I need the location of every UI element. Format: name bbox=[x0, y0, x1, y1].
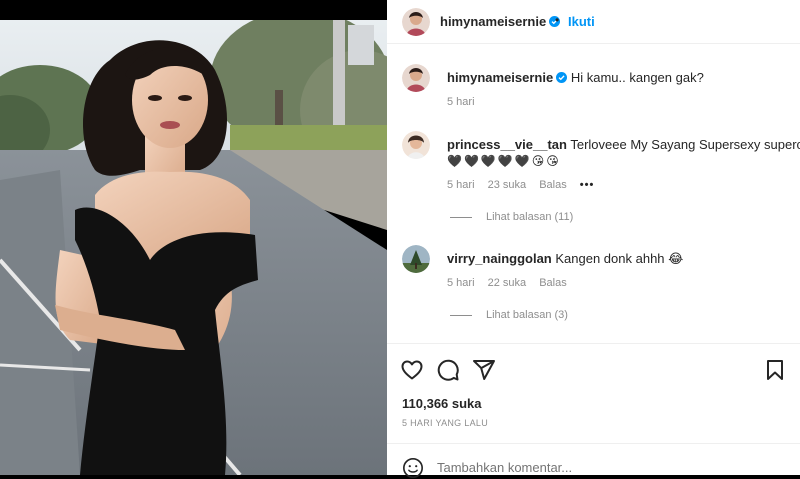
caption-time[interactable]: 5 hari bbox=[447, 96, 475, 108]
view-replies-button[interactable]: Lihat balasan (11) bbox=[450, 211, 573, 223]
post-side-panel: himynameisernie • Ikuti himynameisernie … bbox=[387, 0, 800, 478]
bookmark-icon[interactable] bbox=[763, 358, 787, 382]
comment-time[interactable]: 5 hari bbox=[447, 179, 475, 191]
photo-frame bbox=[0, 20, 387, 475]
comment-text: Kangen donk ahhh 😂 bbox=[555, 251, 684, 266]
caption-text: Hi kamu.. kangen gak? bbox=[570, 70, 704, 85]
emoji-icon[interactable] bbox=[402, 457, 424, 479]
view-replies-button[interactable]: Lihat balasan (3) bbox=[450, 309, 568, 321]
verified-badge-icon bbox=[556, 72, 568, 83]
emoji: 🖤 bbox=[497, 154, 513, 168]
share-icon[interactable] bbox=[472, 358, 496, 382]
follow-button[interactable]: Ikuti bbox=[568, 14, 595, 29]
post-photo[interactable] bbox=[0, 0, 387, 475]
post-image bbox=[0, 20, 387, 475]
divider bbox=[450, 314, 472, 316]
emoji: 😘 bbox=[531, 154, 545, 168]
comment-likes[interactable]: 23 suka bbox=[488, 179, 527, 191]
comment-time[interactable]: 5 hari bbox=[447, 277, 475, 289]
emoji: 🖤 bbox=[463, 154, 479, 168]
caption-meta: 5 hari bbox=[447, 96, 485, 108]
comment-avatar[interactable] bbox=[402, 245, 430, 273]
comment-icon[interactable] bbox=[436, 358, 460, 382]
action-bar bbox=[387, 343, 800, 393]
caption-username[interactable]: himynameisernie bbox=[447, 70, 568, 85]
emoji: 😘 bbox=[546, 154, 559, 168]
view-replies-label: Lihat balasan (11) bbox=[486, 211, 574, 223]
comment-username[interactable]: princess__vie__tan bbox=[447, 137, 567, 152]
comment-text: Terloveee My Sayang Supersexy supercanti… bbox=[570, 137, 800, 152]
author-avatar[interactable] bbox=[402, 8, 430, 36]
more-options-icon[interactable]: ••• bbox=[580, 179, 595, 191]
author-username[interactable]: himynameisernie bbox=[440, 14, 561, 29]
comment-emoji-line: 🖤 🖤 🖤 🖤 🖤 😘 😘 bbox=[447, 153, 561, 168]
comment-likes[interactable]: 22 suka bbox=[488, 277, 527, 289]
emoji: 🖤 bbox=[514, 154, 530, 168]
heart-icon[interactable] bbox=[400, 358, 424, 382]
post-header: himynameisernie • Ikuti bbox=[387, 0, 800, 44]
caption-avatar[interactable] bbox=[402, 64, 430, 92]
add-comment-bar bbox=[387, 443, 800, 478]
comment-input[interactable] bbox=[437, 460, 767, 475]
divider bbox=[450, 216, 472, 218]
comment-avatar[interactable] bbox=[402, 131, 430, 159]
comment-meta: 5 hari 22 suka Balas bbox=[447, 277, 577, 289]
like-count[interactable]: 110,366 suka bbox=[402, 396, 482, 411]
reply-button[interactable]: Balas bbox=[539, 179, 567, 191]
view-replies-label: Lihat balasan (3) bbox=[486, 309, 568, 321]
instagram-post: himynameisernie • Ikuti himynameisernie … bbox=[0, 0, 800, 478]
comment-username[interactable]: virry_nainggolan bbox=[447, 251, 552, 266]
reply-button[interactable]: Balas bbox=[539, 277, 567, 289]
comment-meta: 5 hari 23 suka Balas ••• bbox=[447, 179, 604, 191]
post-timestamp: 5 HARI YANG LALU bbox=[402, 418, 488, 428]
emoji: 🖤 bbox=[447, 154, 462, 168]
emoji: 🖤 bbox=[480, 154, 496, 168]
follow-separator: • bbox=[555, 13, 560, 27]
